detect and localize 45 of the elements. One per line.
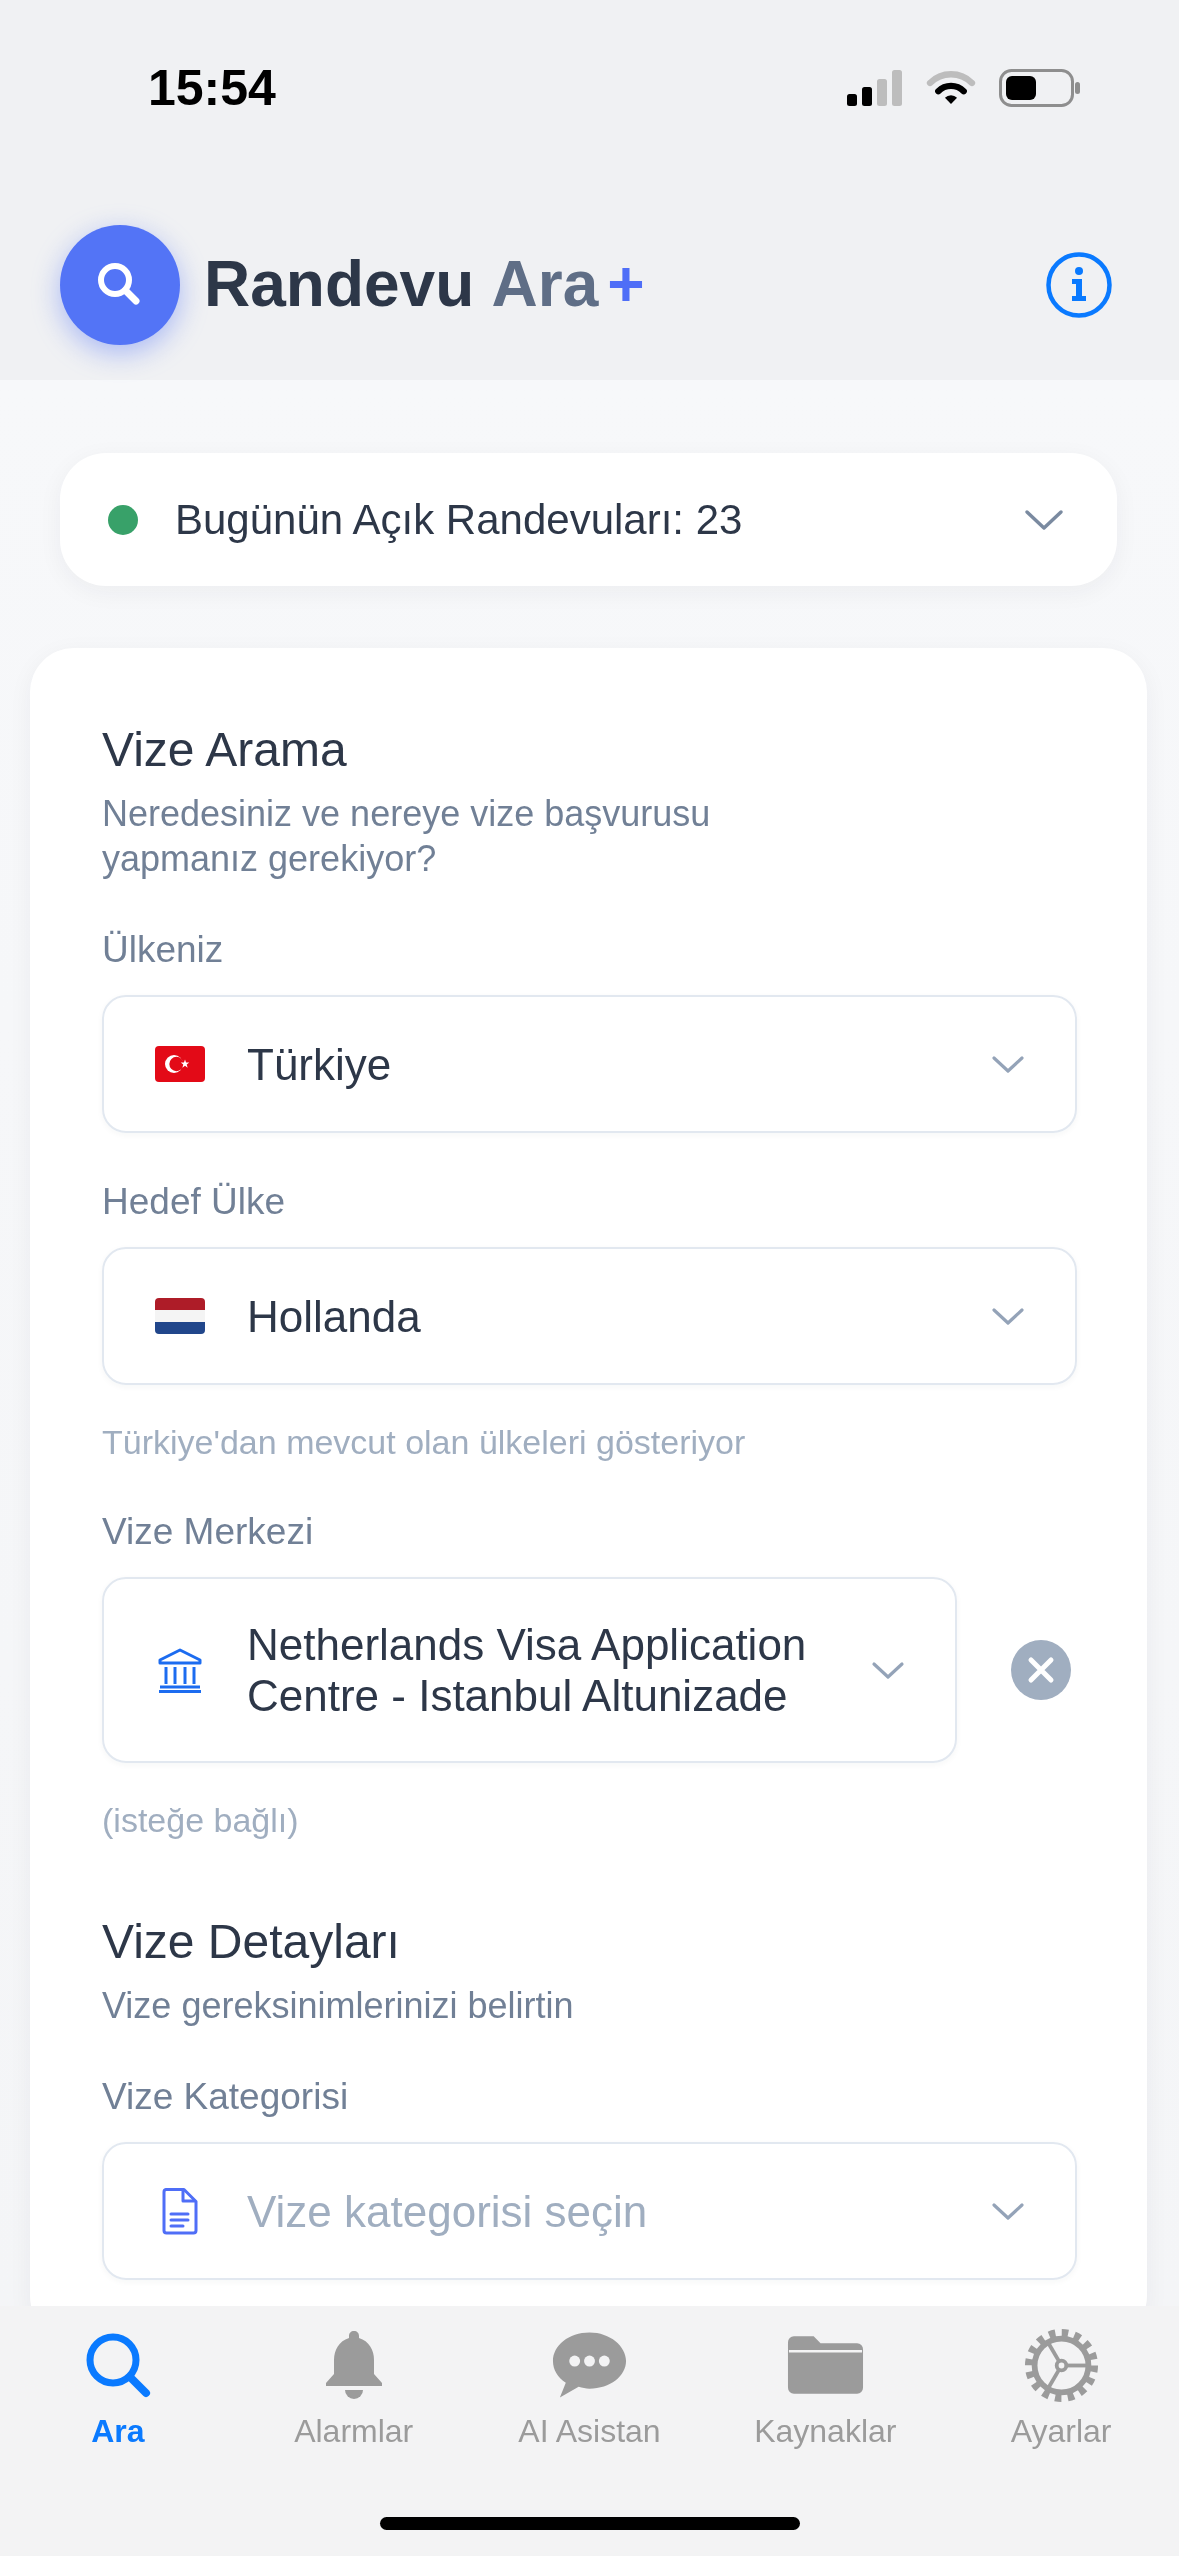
netherlands-flag-icon [155, 1298, 205, 1334]
field-hint: (isteğe bağlı) [102, 1800, 300, 1841]
turkey-flag-icon [155, 1046, 205, 1082]
chevron-icon [871, 1660, 905, 1680]
field-placeholder: Vize kategorisi seçin [247, 2185, 649, 2237]
select-field[interactable]: Netherlands Visa Application Centre - Istanbul Altunizade [102, 1577, 957, 1763]
status-time: 15:54 [148, 63, 276, 113]
battery-icon [999, 69, 1081, 107]
field-label: Hedef Ülke [102, 1180, 287, 1224]
select-field[interactable]: Vize kategorisi seçin [102, 2142, 1077, 2280]
folder-icon [785, 2334, 865, 2396]
field-label: Vize Kategorisi [102, 2075, 350, 2119]
wifi-icon [926, 70, 976, 106]
chevron-icon [991, 1054, 1025, 1074]
document-icon [161, 2187, 199, 2235]
tab-button[interactable]: AI Asistan [471, 2329, 708, 2449]
gear-icon [1023, 2327, 1099, 2403]
appointments-summary[interactable]: Bugünün Açık Randevuları: 23 [60, 453, 1117, 586]
tab-button[interactable]: Ayarlar [943, 2329, 1179, 2449]
field-value: Hollanda [247, 1290, 422, 1342]
section-title: Vize Detayları [102, 1915, 401, 1969]
field-label: Ülkeniz [102, 928, 225, 972]
status-dot-icon [108, 504, 138, 535]
magnifier-logo-icon [60, 225, 180, 345]
field-value: Netherlands Visa Application Centre - Istanbul Altunizade [247, 1619, 808, 1721]
bank-building-icon [157, 1647, 203, 1693]
clear-icon[interactable] [1011, 1640, 1071, 1700]
info-icon[interactable] [1046, 252, 1112, 318]
chevron-icon [991, 2201, 1025, 2221]
select-field[interactable]: Türkiye [102, 995, 1077, 1133]
tab-button[interactable]: Ara [0, 2329, 236, 2449]
section-subtitle: Vize gereksinimlerinizi belirtin [102, 1984, 575, 2028]
search-icon [84, 2332, 151, 2398]
section-subtitle: Neredesiniz ve nereye vize başvurusu yapmanız gerekiyor? [102, 792, 712, 881]
summary-text: Bugünün Açık Randevuları: 23 [175, 494, 744, 545]
app-title: Randevu Ara+ [204, 248, 646, 322]
field-value: Türkiye [247, 1038, 393, 1090]
signal-icon [847, 70, 903, 106]
tab-button[interactable]: Kaynaklar [707, 2329, 944, 2449]
tab-button[interactable]: Alarmlar [235, 2329, 472, 2449]
chevron-icon [991, 1306, 1025, 1326]
select-field[interactable]: Hollanda [102, 1247, 1077, 1385]
section-title: Vize Arama [102, 723, 348, 777]
field-hint: Türkiye'dan mevcut olan ülkeleri gösteriyor [102, 1422, 747, 1463]
field-label: Vize Merkezi [102, 1510, 315, 1554]
